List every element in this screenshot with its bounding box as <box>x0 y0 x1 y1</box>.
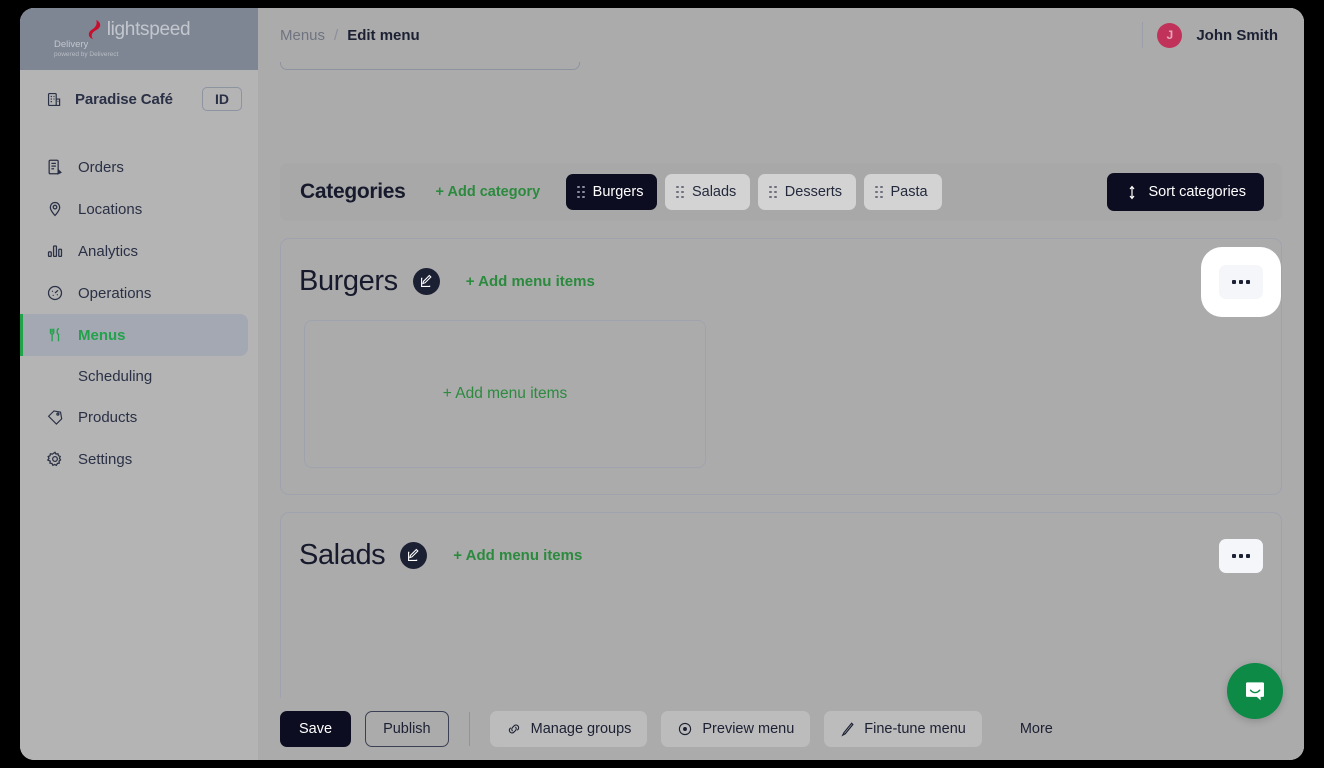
manage-groups-button[interactable]: Manage groups <box>489 711 648 747</box>
sidebar-subitem-label: Scheduling <box>78 367 153 385</box>
preview-menu-label: Preview menu <box>702 721 795 737</box>
brand-product: Delivery <box>54 38 89 50</box>
sidebar-nav: Orders Locations Analytics Operations Me… <box>20 146 258 480</box>
section-more-button[interactable] <box>1219 265 1263 299</box>
sidebar-item-label: Operations <box>78 284 152 302</box>
section-header: Burgers + Add menu items <box>299 265 1263 298</box>
categories-bar: Categories + Add category Burgers Salads… <box>280 163 1282 221</box>
cutlery-icon <box>46 326 64 344</box>
sidebar-item-operations[interactable]: Operations <box>20 272 248 314</box>
breadcrumb: Menus / Edit menu <box>280 27 420 44</box>
gear-icon <box>46 450 64 468</box>
category-tab-desserts[interactable]: Desserts <box>758 174 857 210</box>
section-more-button[interactable] <box>1219 539 1263 573</box>
tag-icon <box>46 408 64 426</box>
pencil-icon <box>840 721 855 737</box>
drag-handle-icon[interactable] <box>875 185 883 199</box>
sidebar-item-label: Analytics <box>78 242 139 260</box>
category-tab-label: Desserts <box>784 184 843 200</box>
more-button[interactable]: More <box>1020 721 1053 737</box>
sidebar-item-analytics[interactable]: Analytics <box>20 230 248 272</box>
section-title: Salads <box>299 539 386 571</box>
brand-name: lightspeed <box>106 18 191 40</box>
sidebar-item-scheduling[interactable]: Scheduling <box>20 356 258 396</box>
eye-icon <box>677 721 693 737</box>
sort-categories-label: Sort categories <box>1148 184 1246 200</box>
category-tab-list: Burgers Salads Desserts Pasta <box>566 174 942 210</box>
user-name[interactable]: John Smith <box>1196 27 1278 44</box>
sidebar-item-label: Orders <box>78 158 124 176</box>
category-tab-salads[interactable]: Salads <box>665 174 751 210</box>
store-name: Paradise Café <box>75 90 173 108</box>
breadcrumb-current: Edit menu <box>347 26 420 44</box>
avatar[interactable]: J <box>1157 22 1183 48</box>
location-pin-icon <box>46 200 64 218</box>
sidebar-item-orders[interactable]: Orders <box>20 146 248 188</box>
edit-pencil-icon[interactable] <box>412 268 440 295</box>
intercom-chat-icon[interactable] <box>1227 663 1283 719</box>
breadcrumb-separator: / <box>334 26 339 44</box>
sidebar-item-label: Products <box>78 408 138 426</box>
menu-editor-scroll-area[interactable]: Categories + Add category Burgers Salads… <box>258 62 1304 698</box>
category-section-burgers: Burgers + Add menu items + Add menu item… <box>280 238 1282 495</box>
category-tab-burgers[interactable]: Burgers <box>566 174 658 210</box>
section-header: Salads + Add menu items <box>299 539 1263 572</box>
preview-menu-button[interactable]: Preview menu <box>661 711 811 747</box>
sidebar-item-label: Locations <box>78 200 143 218</box>
section-title: Burgers <box>299 265 398 297</box>
category-tab-pasta[interactable]: Pasta <box>864 174 942 210</box>
dropzone-label: + Add menu items <box>442 385 568 402</box>
category-tab-label: Salads <box>691 184 737 200</box>
link-chain-icon <box>506 722 522 736</box>
category-tab-label: Pasta <box>890 184 928 200</box>
sidebar-item-settings[interactable]: Settings <box>20 438 248 480</box>
application-window: lightspeed Delivery powered by Deliverec… <box>20 8 1304 760</box>
publish-button[interactable]: Publish <box>365 711 449 747</box>
drag-handle-icon[interactable] <box>676 185 684 199</box>
sidebar-item-label: Menus <box>78 326 126 344</box>
edit-pencil-icon[interactable] <box>400 542 428 569</box>
menu-name-input-partial[interactable] <box>280 62 580 70</box>
fine-tune-menu-button[interactable]: Fine-tune menu <box>824 711 982 747</box>
lightspeed-flame-icon <box>88 19 103 39</box>
sort-categories-button[interactable]: Sort categories <box>1107 173 1264 211</box>
sidebar: lightspeed Delivery powered by Deliverec… <box>20 8 258 760</box>
category-section-salads: Salads + Add menu items <box>280 512 1282 698</box>
store-selector[interactable]: Paradise Café ID <box>20 70 258 128</box>
main-content: Menus / Edit menu J John Smith Categorie… <box>258 8 1304 760</box>
orders-icon <box>46 158 64 176</box>
topbar-divider <box>1142 22 1144 48</box>
bar-chart-icon <box>46 242 64 260</box>
add-category-button[interactable]: + Add category <box>436 184 541 200</box>
sidebar-item-locations[interactable]: Locations <box>20 188 248 230</box>
sidebar-item-menus[interactable]: Menus <box>20 314 248 356</box>
sidebar-item-label: Settings <box>78 450 133 468</box>
drag-handle-icon[interactable] <box>769 185 777 199</box>
add-menu-items-dropzone[interactable]: + Add menu items <box>304 320 706 468</box>
brand-header: lightspeed Delivery powered by Deliverec… <box>20 8 258 70</box>
brand-tagline: powered by Deliverect <box>54 50 119 58</box>
gauge-icon <box>46 284 64 302</box>
drag-handle-icon[interactable] <box>577 185 585 199</box>
sort-updown-icon <box>1125 185 1139 200</box>
add-menu-items-link[interactable]: + Add menu items <box>466 273 595 290</box>
add-menu-items-link[interactable]: + Add menu items <box>453 547 582 564</box>
category-tab-label: Burgers <box>592 184 644 200</box>
sidebar-item-products[interactable]: Products <box>20 396 248 438</box>
breadcrumb-parent[interactable]: Menus <box>280 27 325 44</box>
manage-groups-label: Manage groups <box>530 721 632 737</box>
categories-title: Categories <box>300 180 406 203</box>
brand-logo: lightspeed <box>88 18 191 40</box>
top-bar: Menus / Edit menu J John Smith <box>258 8 1304 62</box>
bottom-bar-divider <box>468 712 470 746</box>
topbar-right: J John Smith <box>1142 22 1278 48</box>
fine-tune-menu-label: Fine-tune menu <box>864 721 966 737</box>
save-button[interactable]: Save <box>280 711 352 747</box>
store-id-badge[interactable]: ID <box>202 87 242 111</box>
bottom-action-bar: Save Publish Manage groups Preview menu … <box>258 698 1304 760</box>
store-building-icon <box>46 91 63 108</box>
